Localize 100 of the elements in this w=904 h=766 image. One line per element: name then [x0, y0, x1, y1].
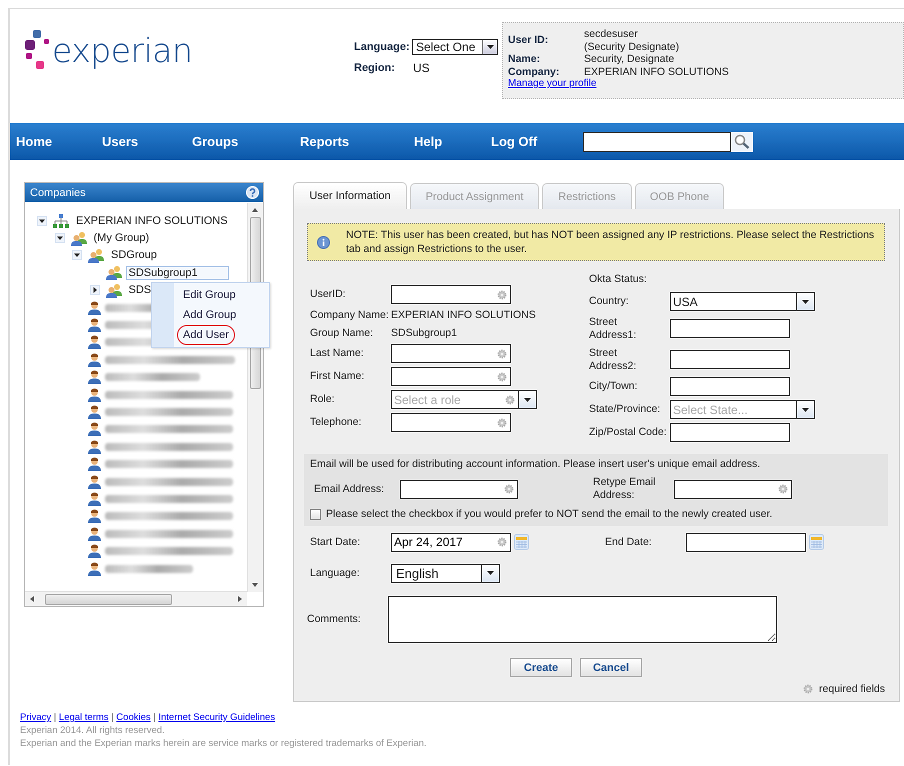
- field-label: Zip/Postal Code:: [589, 426, 668, 439]
- date-field[interactable]: [686, 532, 806, 552]
- user-icon: [88, 544, 101, 558]
- arrow-icon[interactable]: [251, 206, 259, 214]
- tree-item[interactable]: SDS: [126, 283, 154, 298]
- checkbox[interactable]: [310, 508, 321, 520]
- text-field[interactable]: [400, 480, 518, 498]
- language-dropdown[interactable]: Select One: [412, 39, 498, 55]
- field-value: EXPERIAN INFO SOLUTIONS: [391, 309, 536, 321]
- form-button[interactable]: Cancel: [580, 658, 642, 677]
- profile-link[interactable]: Manage your profile: [508, 78, 903, 90]
- field-value: SDSubgroup1: [391, 327, 457, 339]
- gear-icon: [505, 394, 515, 404]
- field-label: UserID:: [310, 288, 347, 301]
- nav-link[interactable]: Log Off: [485, 134, 583, 149]
- field-label: Group Name:: [310, 326, 374, 340]
- expander-icon[interactable]: [72, 250, 82, 260]
- expander-icon[interactable]: [54, 233, 64, 244]
- region-value: US: [412, 61, 431, 75]
- field-label: Telephone:: [310, 416, 362, 429]
- profile-value: secdesuser: [584, 28, 639, 40]
- logo-text: experian: [52, 30, 192, 70]
- caret-icon[interactable]: [802, 300, 809, 304]
- gear-icon: [504, 484, 514, 494]
- user-icon: [88, 457, 101, 472]
- dropdown[interactable]: USA: [670, 292, 815, 311]
- hierarchy-icon: [53, 214, 69, 228]
- footer-link[interactable]: Privacy: [20, 712, 52, 723]
- field-label: Role:: [310, 393, 336, 406]
- caret-icon[interactable]: [524, 398, 531, 402]
- gear-icon: [497, 372, 507, 382]
- field-label: City/Town:: [589, 380, 638, 393]
- user-icon: [88, 370, 101, 384]
- date-field[interactable]: Apr 24, 2017: [391, 532, 511, 552]
- expander-icon[interactable]: [90, 285, 100, 296]
- text-field[interactable]: [391, 344, 511, 363]
- profile-label: Name:: [508, 53, 542, 66]
- caret-icon[interactable]: [487, 571, 494, 575]
- tab[interactable]: User Information: [293, 182, 407, 209]
- region-label: Region:: [354, 62, 396, 74]
- menu-item[interactable]: Add User: [177, 325, 235, 345]
- logo-icon: [24, 29, 50, 71]
- expander-icon[interactable]: [37, 216, 47, 226]
- field-label: First Name:: [310, 370, 366, 383]
- horizontal-scrollbar[interactable]: [25, 591, 247, 606]
- nav-link[interactable]: Users: [96, 134, 186, 149]
- field-label: Start Date:: [310, 536, 362, 548]
- tree-item[interactable]: (My Group): [90, 231, 152, 246]
- search-button[interactable]: [731, 132, 753, 152]
- link-separator: |: [54, 712, 56, 723]
- checkbox-label: Please select the checkbox if you would prefer to NOT send the email to the newly created user.: [326, 508, 772, 520]
- arrow-icon[interactable]: [28, 595, 36, 603]
- text-field[interactable]: [670, 377, 790, 396]
- tree-item[interactable]: EXPERIAN INFO SOLUTIONS: [73, 214, 231, 228]
- comments-field[interactable]: [388, 596, 777, 642]
- menu-item[interactable]: Add Group: [177, 305, 242, 325]
- text-field[interactable]: [391, 285, 511, 304]
- user-icon: [88, 352, 101, 367]
- field-label: Street Address1:: [589, 316, 638, 342]
- gear-icon: [497, 418, 507, 428]
- user-icon: [88, 404, 101, 419]
- gear-icon: [497, 348, 507, 358]
- gear-icon: [497, 290, 507, 300]
- help-icon[interactable]: [246, 186, 259, 199]
- form-button[interactable]: Create: [510, 658, 572, 677]
- text-field[interactable]: [670, 350, 790, 369]
- nav-link[interactable]: Home: [10, 134, 96, 149]
- footer-link[interactable]: Cookies: [116, 712, 151, 723]
- text-field[interactable]: [674, 480, 792, 498]
- tree-item[interactable]: SDGroup: [108, 248, 160, 262]
- caret-icon[interactable]: [486, 45, 494, 49]
- language-label: Language:: [354, 41, 411, 53]
- tree-item[interactable]: SDSubgroup1: [126, 266, 229, 280]
- search-field[interactable]: [583, 132, 731, 152]
- field-label: State/Province:: [589, 403, 662, 416]
- user-icon: [88, 318, 101, 332]
- profile-note: (Security Designate): [584, 40, 680, 53]
- note-text: NOTE: This user has been created, but has NOT been assigned any IP restrictions. Please select the Restrictions tab and assign Restrictions to the user.: [346, 228, 876, 256]
- users-icon: [106, 265, 122, 280]
- caret-icon[interactable]: [802, 408, 809, 412]
- nav-link[interactable]: Reports: [294, 134, 408, 149]
- field-label: Okta Status:: [589, 272, 648, 286]
- dropdown[interactable]: English: [391, 564, 500, 582]
- footer-link[interactable]: Legal terms: [58, 712, 109, 723]
- user-icon: [88, 300, 101, 315]
- user-icon: [88, 492, 101, 506]
- user-icon: [88, 422, 101, 436]
- nav-link[interactable]: Groups: [186, 134, 294, 149]
- field-label: Comments:: [307, 612, 362, 626]
- nav-link[interactable]: Help: [408, 134, 485, 149]
- text-field[interactable]: [391, 413, 511, 432]
- footer-link[interactable]: Internet Security Guidelines: [158, 712, 276, 723]
- field-label: Country:: [589, 295, 630, 308]
- footer-text: Experian and the Experian marks herein are service marks or registered trademarks of Experian.: [20, 737, 428, 750]
- menu-item[interactable]: Edit Group: [177, 285, 242, 305]
- profile-label: User ID:: [508, 34, 550, 47]
- text-field[interactable]: [391, 367, 511, 386]
- text-field[interactable]: [670, 319, 790, 338]
- text-field[interactable]: [670, 423, 790, 442]
- gear-icon: [497, 537, 507, 547]
